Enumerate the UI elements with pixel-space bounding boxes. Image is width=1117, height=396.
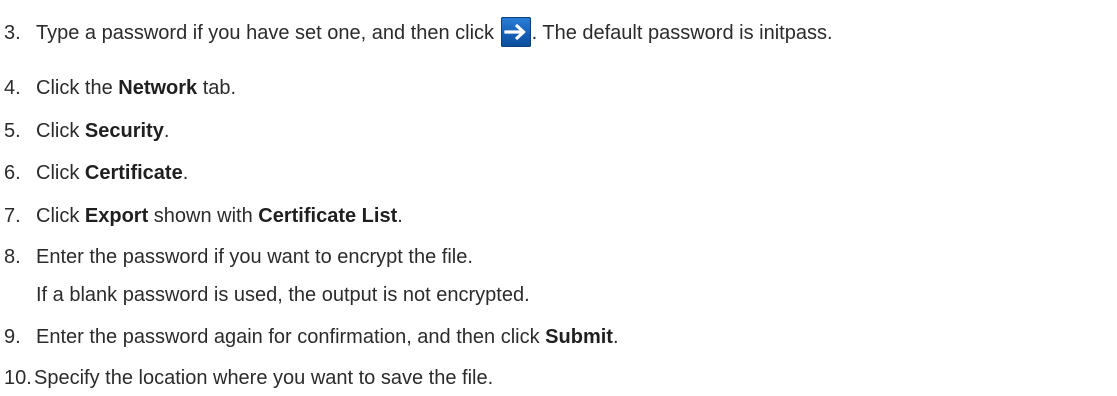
step-3: 3. Type a password if you have set one, a…	[4, 16, 833, 47]
step-6: 6. Click Certificate.	[4, 159, 188, 187]
export-label: Export	[84, 205, 149, 227]
step-text: Click	[36, 162, 85, 184]
step-text-end: . The default password is initpass.	[531, 22, 833, 44]
step-number: 5.	[4, 120, 21, 142]
step-text: Click	[36, 120, 85, 142]
submit-label: Submit	[545, 326, 613, 348]
security-label: Security	[84, 120, 164, 142]
network-tab-label: Network	[118, 77, 198, 99]
certificate-label: Certificate	[84, 162, 183, 184]
step-number: 6.	[4, 162, 21, 184]
step-5: 5. Click Security.	[4, 117, 169, 145]
step-text: Specify the location where you want to s…	[34, 367, 494, 389]
step-number: 3.	[4, 22, 21, 44]
step-text-middle: shown with	[148, 205, 259, 227]
step-number: 9.	[4, 326, 21, 348]
step-text-end: .	[163, 120, 170, 142]
step-8-note: If a blank password is used, the output …	[36, 284, 530, 306]
step-text-end: .	[182, 162, 189, 184]
step-number: 4.	[4, 77, 21, 99]
step-text: Type a password if you have set one, and…	[36, 22, 495, 44]
step-number: 8.	[4, 246, 21, 268]
step-text: Click the	[36, 77, 119, 99]
step-10: 10. Specify the location where you want t…	[4, 364, 493, 392]
step-text-end: .	[397, 205, 403, 227]
step-7: 7. Click Export shown with Certificate Li…	[4, 202, 403, 230]
step-text-end: tab.	[197, 77, 237, 99]
step-text-end: .	[612, 326, 619, 348]
step-text: Enter the password if you want to encryp…	[36, 246, 473, 268]
right-arrow-icon	[500, 16, 531, 47]
step-9: 9. Enter the password again for confirmat…	[4, 323, 619, 351]
instruction-steps: 3. Type a password if you have set one, a…	[0, 0, 1117, 396]
step-number: 7.	[4, 205, 21, 227]
certificate-list-label: Certificate List	[258, 205, 398, 227]
step-text: Click	[36, 205, 85, 227]
step-number: 10.	[4, 367, 32, 389]
step-text: Enter the password again for confirmatio…	[36, 326, 546, 348]
step-4: 4. Click the Network tab.	[4, 74, 236, 102]
step-8: 8. Enter the password if you want to encr…	[4, 243, 473, 271]
